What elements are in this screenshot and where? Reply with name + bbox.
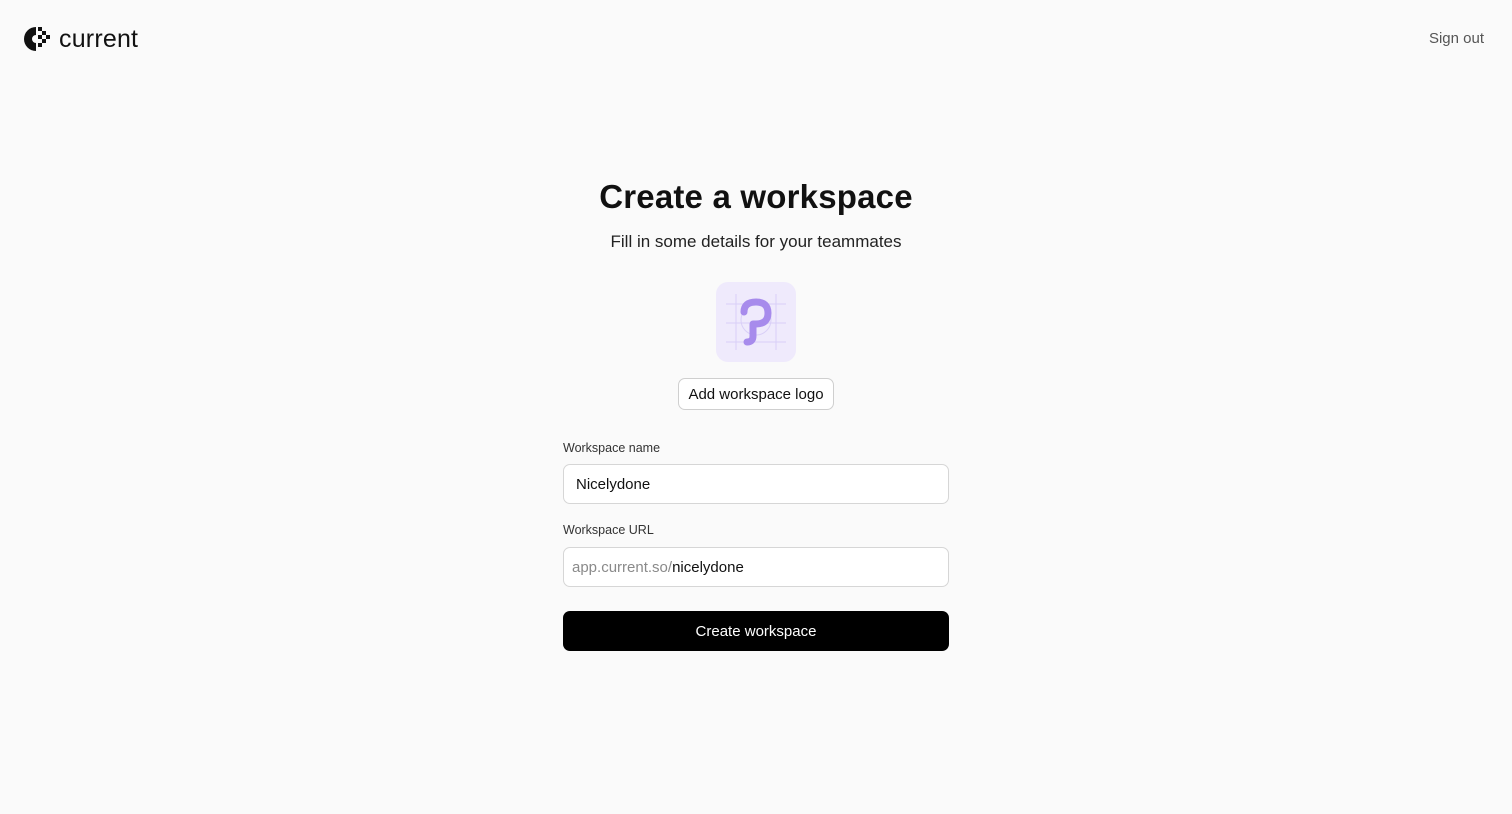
workspace-name-label: Workspace name	[563, 441, 661, 455]
workspace-logo-placeholder-icon	[726, 294, 786, 350]
sign-out-link[interactable]: Sign out	[1429, 30, 1484, 47]
workspace-url-label: Workspace URL	[563, 523, 654, 537]
page-title: Create a workspace	[599, 178, 913, 215]
brand[interactable]: current	[24, 26, 138, 52]
brand-name: current	[59, 25, 139, 53]
add-workspace-logo-button[interactable]: Add workspace logo	[678, 378, 834, 410]
workspace-url-value: nicelydone	[672, 558, 744, 576]
workspace-url-prefix: app.current.so/	[572, 558, 673, 576]
workspace-logo-preview	[716, 282, 796, 362]
current-logo-icon	[24, 27, 50, 51]
create-workspace-button[interactable]: Create workspace	[563, 611, 949, 651]
page-subtitle: Fill in some details for your teammates	[610, 232, 902, 251]
workspace-url-input[interactable]: app.current.so/nicelydone	[563, 547, 949, 587]
top-bar: current Sign out	[0, 0, 1512, 78]
workspace-name-value: Nicelydone	[576, 475, 651, 493]
workspace-name-input[interactable]: Nicelydone	[563, 464, 949, 504]
